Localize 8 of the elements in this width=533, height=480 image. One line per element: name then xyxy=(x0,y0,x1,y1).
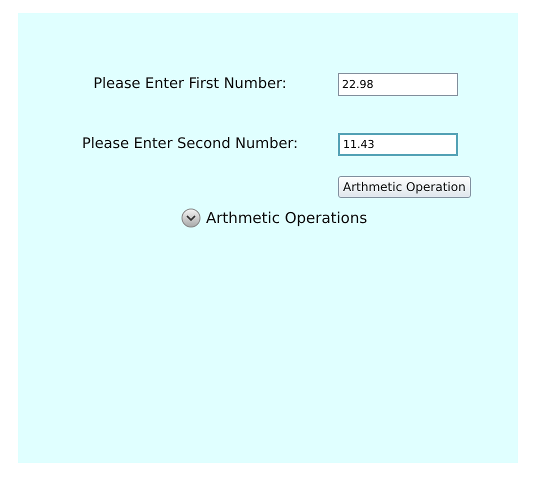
number-input[interactable]: 11.43 xyxy=(338,133,458,156)
field-label: Please Enter Second Number: xyxy=(80,134,300,154)
arithmetic-operation-button[interactable]: Arthmetic Operation xyxy=(338,176,471,198)
field-label: Please Enter First Number: xyxy=(92,74,288,94)
chevron-icon xyxy=(181,208,201,228)
expander-header[interactable]: Arthmetic Operations xyxy=(181,207,368,230)
expander-label: Arthmetic Operations xyxy=(206,208,368,229)
number-input[interactable]: 22.98 xyxy=(338,73,458,96)
